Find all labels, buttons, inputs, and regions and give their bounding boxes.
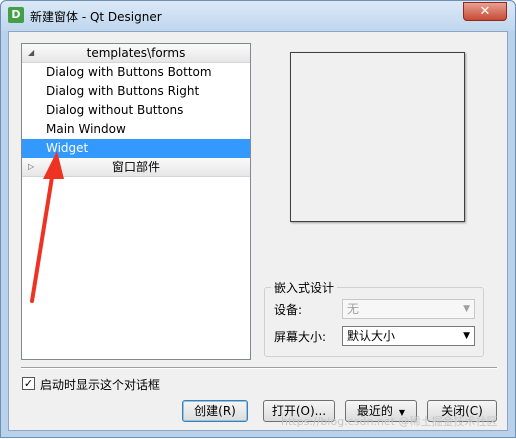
device-combo: 无 ▼ [342, 299, 475, 319]
dialog-client-area: ◢ templates\forms Dialog with Buttons Bo… [8, 31, 508, 431]
dialog-window: D 新建窗体 - Qt Designer ✕ ◢ templates\forms… [0, 0, 516, 438]
screen-size-combo[interactable]: 默认大小 ▼ [342, 326, 475, 346]
watermark-text: https://blog.csdn.net @稀土掘金技术社区 [281, 415, 498, 428]
device-combo-value: 无 [347, 302, 360, 316]
collapsed-triangle-icon[interactable]: ▷ [28, 158, 34, 176]
chevron-down-icon: ▼ [463, 304, 470, 314]
title-bar[interactable]: D 新建窗体 - Qt Designer ✕ [1, 1, 515, 31]
tree-group-widgets[interactable]: ▷ 窗口部件 [22, 158, 250, 177]
tree-item-main-window[interactable]: Main Window [22, 120, 250, 139]
tree-item-widget[interactable]: Widget [22, 139, 250, 158]
expanded-triangle-icon[interactable]: ◢ [28, 44, 34, 62]
screen-size-label: 屏幕大小: [274, 330, 327, 344]
qt-designer-app-icon: D [8, 7, 24, 23]
checkmark-icon: ✓ [23, 377, 34, 390]
tree-item-dialog-without-buttons[interactable]: Dialog without Buttons [22, 101, 250, 120]
groupbox-title: 嵌入式设计 [271, 279, 338, 296]
separator-line [21, 367, 497, 369]
show-on-startup-checkbox[interactable]: ✓ [22, 377, 35, 390]
tree-group-label: 窗口部件 [111, 160, 160, 174]
screen-size-combo-value: 默认大小 [347, 329, 396, 343]
window-close-button[interactable]: ✕ [463, 2, 507, 21]
window-title: 新建窗体 - Qt Designer [30, 10, 162, 24]
close-icon: ✕ [479, 4, 491, 19]
tree-group-templates-forms[interactable]: ◢ templates\forms [22, 44, 250, 63]
tree-item-dialog-buttons-right[interactable]: Dialog with Buttons Right [22, 82, 250, 101]
tree-group-label: templates\forms [86, 46, 186, 60]
embedded-design-groupbox: 嵌入式设计 设备: 无 ▼ 屏幕大小: 默认大小 ▼ [264, 279, 484, 357]
form-preview [290, 52, 465, 222]
device-label: 设备: [274, 303, 303, 317]
template-tree[interactable]: ◢ templates\forms Dialog with Buttons Bo… [21, 43, 251, 360]
tree-item-dialog-buttons-bottom[interactable]: Dialog with Buttons Bottom [22, 63, 250, 82]
show-on-startup-label[interactable]: 启动时显示这个对话框 [40, 376, 160, 393]
chevron-down-icon[interactable]: ▼ [463, 327, 470, 345]
create-button[interactable]: 创建(R) [182, 400, 248, 422]
